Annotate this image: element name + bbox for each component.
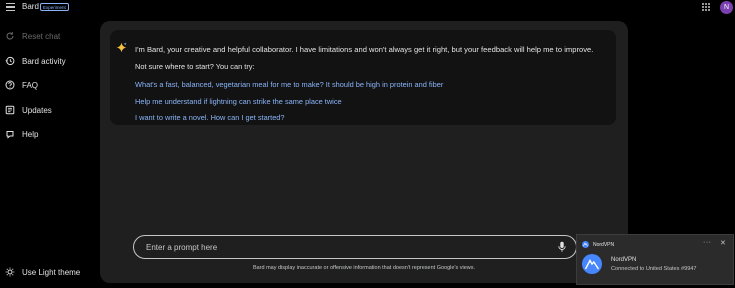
sidebar-item-label: FAQ [22, 80, 39, 90]
app-title: Bard [22, 2, 39, 11]
notification-message: Connected to United States #9947 [611, 266, 697, 272]
help-circle-icon [5, 80, 15, 90]
nordvpn-logo-icon [582, 241, 589, 248]
bard-sparkle-icon [116, 42, 127, 53]
intro-message: I'm Bard, your creative and helpful coll… [135, 45, 594, 54]
theme-toggle[interactable]: Use Light theme [5, 265, 80, 279]
nordvpn-logo-icon [582, 254, 602, 274]
top-bar: Bard Experiment N [0, 0, 735, 16]
intro-card: I'm Bard, your creative and helpful coll… [110, 30, 616, 125]
nordvpn-notification[interactable]: NordVPN ··· ✕ NordVPN Connected to Unite… [576, 234, 734, 285]
avatar[interactable]: N [720, 1, 733, 14]
sidebar-item-label: Bard activity [22, 56, 66, 66]
prompt-box [133, 235, 577, 259]
sidebar-item-bard-activity[interactable]: Bard activity [5, 54, 66, 68]
help-icon [6, 131, 14, 139]
sidebar-item-faq[interactable]: FAQ [5, 78, 38, 92]
updates-icon [5, 105, 15, 115]
sidebar-item-label: Help [22, 129, 39, 139]
more-options-icon[interactable]: ··· [703, 239, 712, 246]
notification-title: NordVPN [611, 257, 637, 263]
prompt-input[interactable] [146, 241, 546, 253]
disclaimer-text: Bard may display inaccurate or offensive… [252, 265, 476, 271]
google-apps-icon[interactable] [702, 3, 710, 11]
notification-app-name: NordVPN [593, 242, 615, 248]
theme-toggle-label: Use Light theme [22, 267, 81, 277]
suggestion-link[interactable]: Help me understand if lightning can stri… [135, 97, 342, 106]
history-icon [5, 56, 15, 66]
suggestion-link[interactable]: I want to write a novel. How can I get s… [135, 113, 285, 122]
close-icon[interactable]: ✕ [720, 239, 726, 247]
sidebar-item-label: Reset chat [22, 31, 61, 41]
reset-icon [6, 32, 14, 40]
sidebar-item-updates[interactable]: Updates [5, 103, 52, 117]
sidebar-item-help[interactable]: Help [5, 127, 38, 141]
sidebar-item-label: Updates [22, 105, 52, 115]
experiment-badge: Experiment [40, 3, 69, 11]
sidebar-item-reset-chat[interactable]: Reset chat [5, 29, 60, 43]
microphone-icon[interactable] [557, 241, 567, 253]
suggestion-link[interactable]: What's a fast, balanced, vegetarian meal… [135, 80, 443, 89]
hamburger-menu-icon[interactable] [6, 3, 15, 11]
suggestions-heading: Not sure where to start? You can try: [135, 62, 255, 71]
chat-panel: I'm Bard, your creative and helpful coll… [100, 21, 628, 283]
sun-icon [5, 267, 15, 277]
